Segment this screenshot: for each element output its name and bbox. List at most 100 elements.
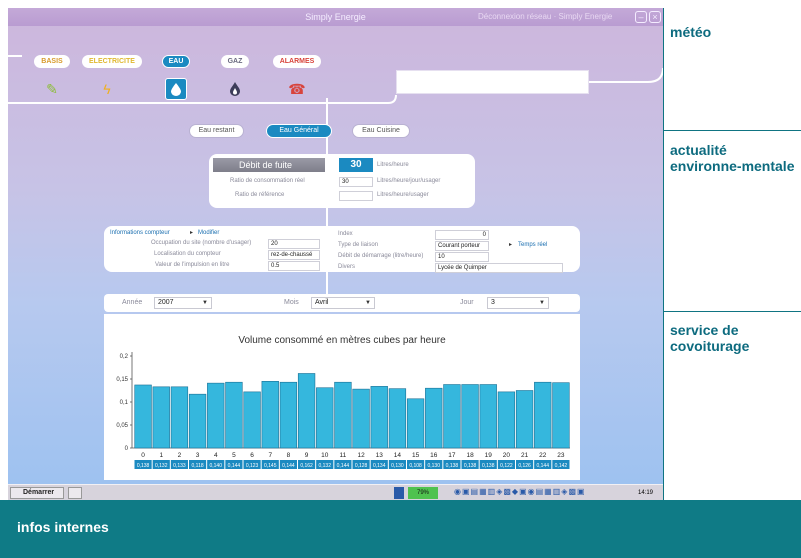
bar-value-label: 0,140	[209, 463, 222, 469]
bar-value-label: 0,118	[192, 463, 204, 469]
meter-impulse-field[interactable]: 0.5	[268, 261, 320, 271]
environment-news-section[interactable]: actualité environne-mentale	[664, 131, 801, 311]
meter-misc-label: Divers	[338, 264, 356, 270]
meter-location-field[interactable]: rez-de-chaussé	[268, 250, 320, 260]
nav-item-alarmes[interactable]: ALARMES ☎	[272, 50, 322, 100]
meter-start-flow-label: Débit de démarrage (litre/heure)	[338, 253, 424, 259]
x-tick-label: 9	[305, 452, 309, 459]
leak-panel: Débit de fuite 30 Litres/heure Ratio de …	[209, 154, 475, 208]
tab-eau-general[interactable]: Eau Général	[266, 124, 332, 138]
x-tick-label: 12	[357, 452, 365, 459]
carpool-section[interactable]: service de covoiturage	[664, 312, 801, 500]
weather-title: météo	[670, 24, 712, 40]
tab-eau-restant[interactable]: Eau restant	[189, 124, 244, 138]
x-tick-label: 6	[250, 452, 254, 459]
bar	[534, 381, 552, 449]
bar	[552, 382, 570, 449]
edit-link[interactable]: Modifier	[198, 230, 219, 236]
bar-value-label: 0,144	[228, 463, 241, 469]
meter-occupation-label: Occupation du site (nombre d'usager)	[151, 240, 252, 246]
realtime-link[interactable]: Temps réel	[518, 242, 547, 248]
meter-occupation-field[interactable]: 20	[268, 239, 320, 249]
bar	[188, 393, 207, 449]
nav-item-electricite[interactable]: ELECTRICITE ϟ	[82, 50, 142, 100]
nav-item-basis[interactable]: BASIS ✎	[27, 50, 77, 100]
bar	[370, 386, 388, 449]
bar-value-label: 0,144	[536, 463, 549, 469]
bar-value-label: 0,123	[246, 463, 259, 469]
carpool-title: service de covoiturage	[670, 322, 750, 354]
taskbar: Démarrer 79% ◉▣▤▦▥◈▩◆▣◉▤▦▥◈▩▣ 14:19	[8, 484, 663, 500]
bar	[170, 386, 189, 449]
monitor-icon[interactable]	[394, 487, 404, 499]
leak-title: Débit de fuite	[213, 158, 325, 172]
bar-value-label: 0,138	[446, 463, 459, 469]
x-tick-label: 5	[232, 452, 236, 459]
month-select[interactable]: Avril ▼	[311, 297, 375, 309]
nav-item-gaz[interactable]: GAZ	[210, 50, 260, 100]
bar	[497, 391, 516, 449]
meter-header: Informations compteur	[110, 230, 170, 236]
chart-panel: Volume consommé en mètres cubes par heur…	[104, 314, 580, 480]
start-button[interactable]: Démarrer	[10, 487, 64, 499]
meter-start-flow-field[interactable]: 10	[435, 252, 489, 262]
bar	[352, 388, 370, 449]
meter-link-type-field[interactable]: Courant porteur	[435, 241, 489, 251]
start-label: Démarrer	[23, 489, 55, 496]
x-tick-label: 0	[141, 452, 145, 459]
app-icon[interactable]	[68, 487, 82, 499]
tab-eau-cuisine[interactable]: Eau Cuisine	[352, 124, 410, 138]
bar	[388, 388, 407, 449]
y-tick-label: 0,2	[120, 354, 129, 360]
meter-panel: Informations compteur ▸ Modifier Occupat…	[104, 226, 580, 273]
nav-item-eau[interactable]: EAU	[151, 50, 201, 100]
ref-ratio-field[interactable]	[339, 191, 373, 201]
meter-misc-field[interactable]: Lycée de Quimper	[435, 263, 563, 273]
bar	[225, 381, 243, 449]
real-ratio-field[interactable]: 30	[339, 177, 373, 187]
info-box	[396, 70, 589, 94]
bar-value-label: 0,138	[137, 463, 150, 469]
bar-value-label: 0,133	[173, 463, 186, 469]
nav-label-gaz: GAZ	[220, 55, 250, 68]
x-tick-label: 2	[178, 452, 182, 459]
arrow-icon-2: ▸	[509, 242, 513, 248]
alarm-icon: ☎	[288, 80, 306, 97]
x-tick-label: 20	[503, 452, 511, 459]
internal-info-banner[interactable]: infos internes	[0, 500, 801, 558]
meter-index-field[interactable]: 0	[435, 230, 489, 240]
y-tick-label: 0,1	[120, 400, 129, 406]
filter-bar: Année 2007 ▼ Mois Avril ▼ Jour 3 ▼	[104, 294, 580, 312]
bar	[207, 382, 225, 449]
month-label: Mois	[284, 299, 299, 306]
x-tick-label: 7	[268, 452, 272, 459]
x-tick-label: 14	[394, 452, 402, 459]
nav-label-electricite: ELECTRICITE	[82, 55, 142, 68]
bar	[279, 381, 298, 449]
bar-value-label: 0,132	[318, 463, 331, 469]
lightning-icon: ϟ	[103, 81, 111, 97]
month-value: Avril	[315, 299, 329, 306]
arrow-icon: ▸	[190, 230, 194, 236]
meter-link-type-label: Type de liaison	[338, 242, 379, 248]
tray-icons[interactable]: ◉▣▤▦▥◈▩◆▣◉▤▦▥◈▩▣	[454, 487, 634, 499]
x-tick-label: 23	[557, 452, 565, 459]
x-tick-label: 1	[159, 452, 163, 459]
real-ratio-unit: Litres/heure/jour/usager	[377, 178, 441, 184]
day-value: 3	[491, 299, 495, 306]
meter-index-label: Index	[338, 231, 353, 237]
flame-icon	[224, 78, 246, 100]
x-tick-label: 18	[466, 452, 474, 459]
meter-location-label: Localisation du compteur	[154, 251, 221, 257]
x-tick-label: 21	[521, 452, 529, 459]
chart-title: Volume consommé en mètres cubes par heur…	[238, 335, 446, 346]
bar	[334, 381, 352, 449]
bar-value-label: 0,138	[482, 463, 495, 469]
environment-news-title: actualité environne-mentale	[670, 142, 795, 174]
year-select[interactable]: 2007 ▼	[154, 297, 212, 309]
day-label: Jour	[460, 299, 474, 306]
day-select[interactable]: 3 ▼	[487, 297, 549, 309]
weather-section[interactable]: météo	[664, 8, 801, 130]
x-tick-label: 10	[321, 452, 329, 459]
bar-value-label: 0,130	[391, 463, 404, 469]
